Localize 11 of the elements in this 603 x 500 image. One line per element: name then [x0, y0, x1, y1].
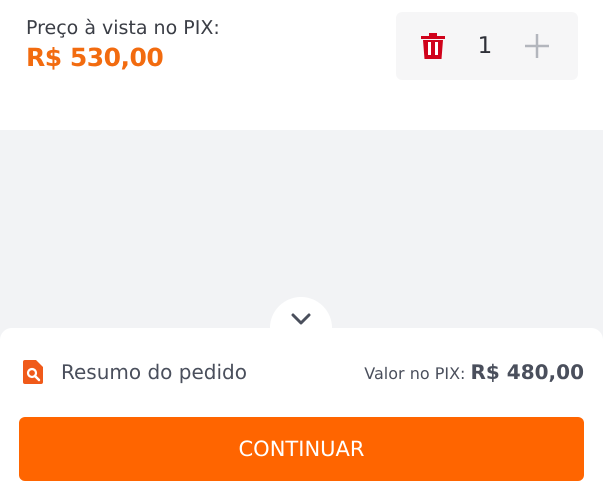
trash-icon: [420, 31, 446, 61]
quantity-value: 1: [478, 33, 492, 59]
continue-button[interactable]: CONTINUAR: [19, 417, 584, 481]
price-amount: R$ 530,00: [26, 42, 164, 74]
chevron-down-icon: [291, 313, 311, 325]
price-label: Preço à vista no PIX:: [26, 16, 220, 41]
summary-title: Resumo do pedido: [61, 360, 247, 384]
plus-icon: [524, 33, 550, 59]
pix-total: Valor no PIX: R$ 480,00: [364, 360, 584, 384]
delete-button[interactable]: [420, 31, 446, 61]
document-search-icon: [23, 360, 43, 384]
